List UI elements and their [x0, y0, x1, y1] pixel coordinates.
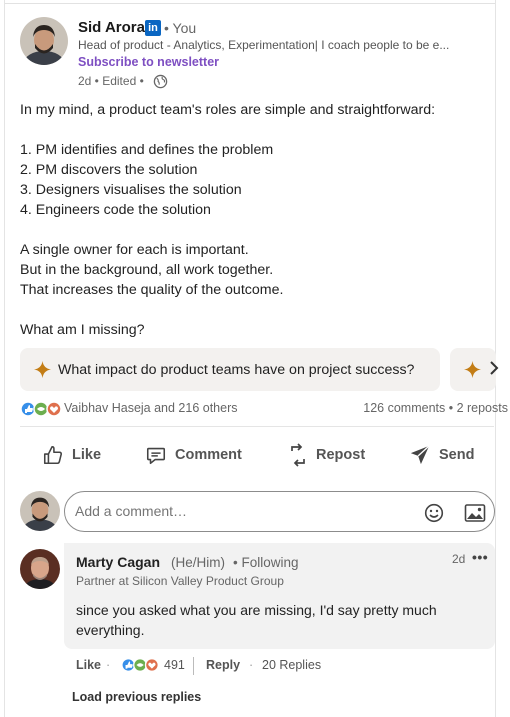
image-icon[interactable] — [464, 503, 486, 523]
subscribe-newsletter-link[interactable]: Subscribe to newsletter — [78, 55, 219, 69]
divider — [193, 657, 194, 675]
divider — [5, 3, 495, 4]
comment-text: since you asked what you are missing, I'… — [76, 602, 437, 638]
comment-reply-button[interactable]: Reply — [206, 658, 240, 672]
post-meta: 2d • Edited • — [78, 74, 144, 88]
post-list-item: 4. Engineers code the solution — [20, 202, 211, 218]
replies-count-link[interactable]: 20 Replies — [262, 658, 321, 672]
post-text-line: That increases the quality of the outcom… — [20, 282, 284, 298]
post-list-item: 3. Designers visualises the solution — [20, 182, 242, 198]
post-text-line: What am I missing? — [20, 322, 145, 338]
more-options-icon[interactable]: ••• — [472, 549, 488, 565]
send-label: Send — [439, 447, 475, 463]
commenter-avatar[interactable] — [20, 549, 60, 589]
comment-input[interactable] — [75, 503, 395, 519]
author-headline: Head of product - Analytics, Experimenta… — [78, 38, 450, 52]
separator-dot: · — [249, 658, 254, 672]
repost-button[interactable]: Repost — [288, 441, 365, 469]
post-list-item: 2. PM discovers the solution — [20, 162, 198, 178]
post-text-line: A single owner for each is important. — [20, 242, 249, 258]
chevron-right-icon[interactable] — [489, 360, 499, 376]
sparkle-icon — [464, 361, 481, 378]
comment-reaction-count[interactable]: 491 — [164, 658, 185, 672]
reaction-names[interactable]: Vaibhav Haseja and 216 others — [64, 401, 238, 415]
globe-icon — [153, 74, 168, 89]
commenter-name[interactable]: Marty Cagan — [76, 554, 160, 570]
suggestion-chip[interactable]: What impact do product teams have on pro… — [20, 348, 440, 391]
send-button[interactable]: Send — [409, 441, 474, 469]
current-user-avatar — [20, 491, 60, 531]
comment-composer[interactable] — [64, 491, 495, 532]
post-text-line: But in the background, all work together… — [20, 262, 274, 278]
send-icon — [410, 445, 430, 465]
post-text-line: In my mind, a product team's roles are s… — [20, 102, 436, 118]
thumbs-up-icon — [43, 445, 63, 465]
repost-label: Repost — [316, 447, 366, 463]
like-label: Like — [72, 447, 102, 463]
commenter-headline: Partner at Silicon Valley Product Group — [76, 574, 284, 588]
author-name[interactable]: Sid Arora — [78, 19, 145, 36]
linkedin-icon: in — [145, 20, 161, 36]
like-button[interactable]: Like — [42, 441, 101, 469]
comment-time: 2d — [452, 552, 466, 566]
commenter-following: • Following — [233, 555, 299, 570]
repost-icon — [291, 443, 305, 467]
comment-button[interactable]: Comment — [145, 441, 242, 469]
comment-icon — [146, 447, 166, 465]
author-relation: • You — [164, 20, 197, 36]
load-previous-replies-button[interactable]: Load previous replies — [72, 690, 201, 704]
separator-dot: · — [106, 658, 111, 672]
comments-reposts-count[interactable]: 126 comments • 2 reposts — [363, 401, 508, 415]
comment-bubble: Marty Cagan (He/Him) • Following 2d ••• … — [64, 543, 495, 649]
reaction-icons[interactable] — [121, 657, 161, 673]
reaction-icons[interactable] — [20, 401, 64, 417]
comment-like-button[interactable]: Like — [76, 658, 101, 672]
emoji-icon[interactable] — [424, 503, 444, 523]
sparkle-icon — [34, 361, 51, 378]
commenter-pronouns: (He/Him) — [171, 555, 225, 570]
author-avatar[interactable] — [20, 17, 68, 65]
comment-label: Comment — [175, 447, 242, 463]
divider — [20, 426, 494, 427]
suggestion-text: What impact do product teams have on pro… — [58, 362, 415, 378]
post-list-item: 1. PM identifies and defines the problem — [20, 142, 274, 158]
